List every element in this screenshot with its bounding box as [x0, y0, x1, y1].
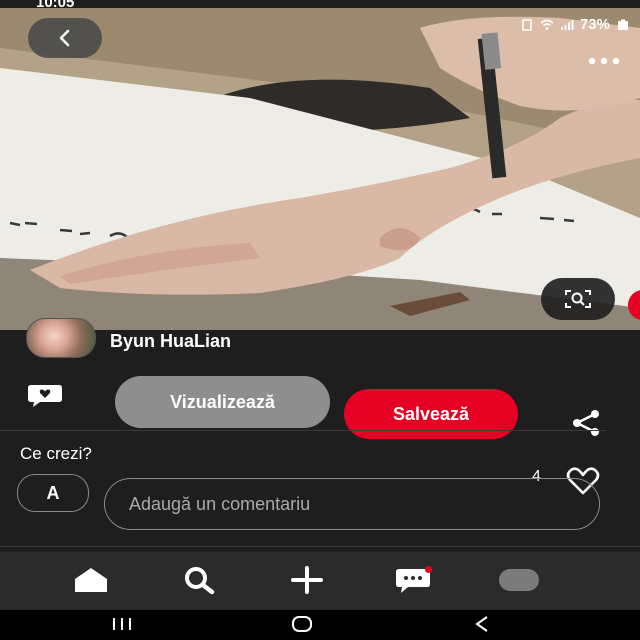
chevron-left-icon	[59, 29, 70, 47]
pin-detail-screen: 10:05 73% Byun HuaLian Vizualizează Salv…	[0, 0, 640, 640]
notification-dot	[425, 566, 432, 573]
current-user-avatar[interactable]: A	[17, 474, 89, 512]
save-button[interactable]: Salvează	[344, 389, 518, 439]
share-icon	[573, 410, 599, 436]
nav-search[interactable]	[174, 560, 224, 600]
profile-avatar	[499, 569, 539, 591]
comment-divider	[0, 546, 640, 547]
author-name[interactable]: Byun HuaLian	[110, 331, 231, 352]
author-avatar[interactable]	[26, 318, 96, 358]
search-icon	[185, 567, 215, 595]
home-icon	[75, 568, 107, 592]
comment-button[interactable]	[22, 380, 68, 410]
recents-icon	[113, 618, 131, 630]
visit-button[interactable]: Vizualizează	[115, 376, 330, 428]
recent-apps-button[interactable]	[102, 610, 142, 638]
back-system-button[interactable]	[462, 610, 502, 638]
nav-home[interactable]	[66, 560, 116, 600]
status-bar: 10:05 73%	[0, 0, 640, 33]
battery-icon	[618, 19, 628, 30]
nav-profile[interactable]	[494, 560, 544, 600]
bottom-nav	[0, 552, 640, 610]
home-circle-icon	[292, 616, 312, 632]
share-button[interactable]	[566, 406, 606, 440]
pin-image[interactable]	[0, 8, 640, 330]
plus-icon	[291, 566, 323, 594]
calligraphy-photo	[0, 8, 640, 330]
nav-messages[interactable]	[388, 560, 438, 600]
section-divider	[0, 430, 606, 431]
vibrate-icon	[522, 18, 532, 31]
back-button[interactable]	[28, 18, 102, 58]
status-time: 10:05	[36, 0, 75, 11]
lens-search-icon	[565, 290, 591, 308]
visual-search-button[interactable]	[541, 278, 615, 320]
nav-create[interactable]	[282, 560, 332, 600]
battery-level: 73%	[579, 16, 610, 33]
more-options-button[interactable]	[584, 46, 624, 76]
wifi-icon	[540, 19, 554, 30]
comment-input[interactable]	[104, 478, 600, 530]
system-nav-bar	[0, 610, 640, 640]
more-dots-icon	[588, 57, 620, 65]
signal-icon	[560, 19, 574, 30]
status-icons: 73%	[520, 16, 630, 33]
chat-heart-icon	[28, 385, 62, 407]
comments-heading: Ce crezi?	[20, 444, 92, 463]
home-system-button[interactable]	[282, 610, 322, 638]
back-arrow-icon	[475, 616, 488, 632]
